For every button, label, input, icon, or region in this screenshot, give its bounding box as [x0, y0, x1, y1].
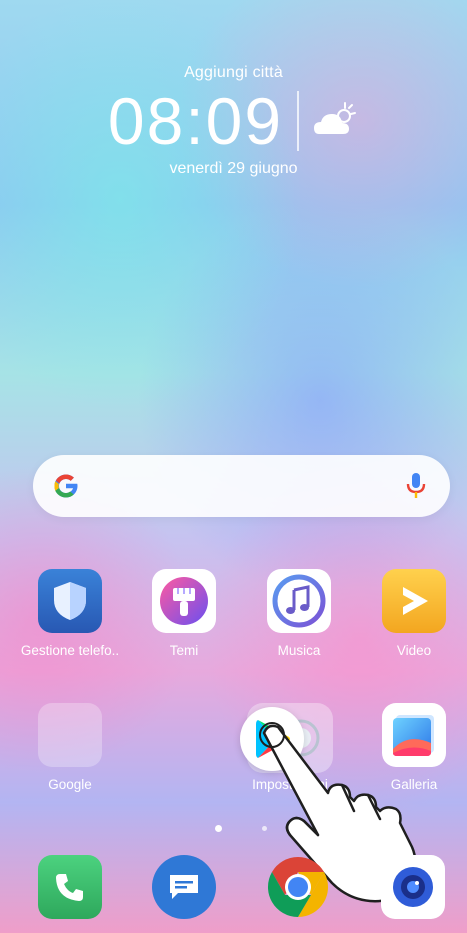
app-label: Temi — [169, 643, 199, 658]
microphone-icon[interactable] — [404, 470, 428, 502]
app-label: Gestione telefo.. — [20, 643, 120, 658]
page-indicator — [0, 825, 467, 835]
camera-icon — [381, 855, 445, 919]
shield-icon — [38, 569, 102, 633]
chat-bubble-icon — [152, 855, 216, 919]
app-folder-google[interactable]: Google — [20, 703, 120, 792]
clock-divider — [297, 91, 300, 151]
app-temi[interactable]: Temi — [134, 569, 234, 658]
home-screen: Aggiungi città 08:09 venerdì 29 giugno G… — [0, 0, 467, 933]
paintbrush-icon — [152, 569, 216, 633]
dock-camera[interactable] — [381, 855, 445, 919]
clock-row: 08:09 — [0, 88, 467, 154]
app-gestione-telefono[interactable]: Gestione telefo.. — [20, 569, 120, 658]
chrome-icon — [266, 855, 330, 919]
page-dot — [262, 826, 267, 831]
music-note-icon — [267, 569, 331, 633]
dock-messages[interactable] — [152, 855, 216, 919]
city-label[interactable]: Aggiungi città — [0, 64, 467, 82]
app-musica[interactable]: Musica — [249, 569, 349, 658]
phone-icon — [38, 855, 102, 919]
google-search-bar[interactable] — [33, 455, 450, 517]
app-label: Musica — [277, 643, 321, 658]
app-video[interactable]: Video — [364, 569, 464, 658]
app-label: Google — [48, 777, 92, 792]
clock[interactable]: 08:09 — [108, 88, 283, 154]
dock-phone[interactable] — [38, 855, 102, 919]
folder-icon — [38, 703, 102, 767]
google-g-icon — [54, 474, 79, 498]
dock-chrome[interactable] — [266, 855, 330, 919]
app-label: Video — [396, 643, 432, 658]
page-dot-active — [215, 825, 222, 832]
date-label: venerdì 29 giugno — [169, 160, 298, 177]
weather-widget[interactable]: Aggiungi città 08:09 venerdì 29 giugno — [0, 64, 467, 178]
play-icon — [382, 569, 446, 633]
partly-cloudy-icon[interactable] — [311, 100, 359, 142]
